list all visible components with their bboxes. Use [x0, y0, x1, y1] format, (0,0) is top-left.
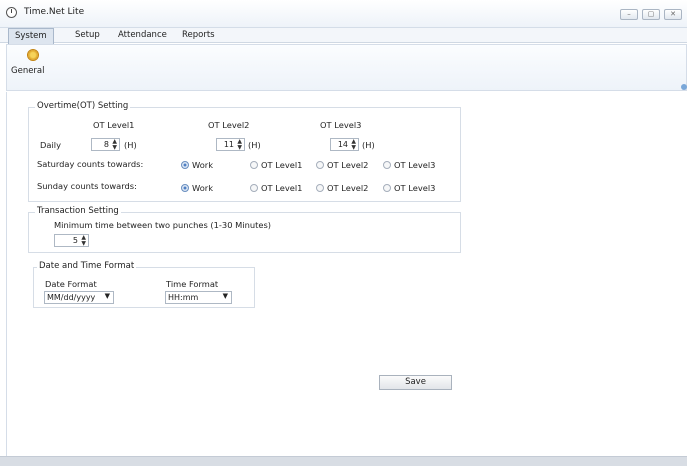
sunday-work-label[interactable]: Work: [192, 183, 213, 193]
status-bar: [0, 456, 687, 466]
min-time-label: Minimum time between two punches (1-30 M…: [54, 220, 272, 230]
sunday-ot-level3-label[interactable]: OT Level3: [394, 183, 435, 193]
menu-bar: System Setup Attendance Reports: [0, 28, 687, 44]
unit-label: (H): [248, 140, 261, 150]
transaction-group-title: Transaction Setting: [35, 206, 121, 216]
minimize-button[interactable]: –: [620, 9, 638, 20]
saturday-ot-level3-label[interactable]: OT Level3: [394, 160, 435, 170]
sunday-ot-level1-label[interactable]: OT Level1: [261, 183, 302, 193]
unit-label: (H): [124, 140, 137, 150]
unit-label: (H): [362, 140, 375, 150]
overtime-group-title: Overtime(OT) Setting: [35, 101, 131, 111]
saturday-label: Saturday counts towards:: [37, 159, 144, 169]
spinner-arrows-icon[interactable]: ▲ ▼: [237, 139, 242, 151]
gear-icon: [28, 50, 38, 60]
spinner-arrows-icon[interactable]: ▲ ▼: [351, 139, 356, 151]
ribbon: General: [6, 44, 687, 91]
maximize-button[interactable]: ▢: [642, 9, 660, 20]
save-button[interactable]: Save: [379, 375, 452, 390]
sunday-ot-level1-radio[interactable]: [250, 184, 258, 192]
time-format-select[interactable]: HH:mm ▼: [165, 291, 232, 304]
sunday-work-radio[interactable]: [181, 184, 189, 192]
sunday-label: Sunday counts towards:: [37, 181, 137, 191]
saturday-ot-level2-radio[interactable]: [316, 161, 324, 169]
spinner-arrows-icon[interactable]: ▲ ▼: [112, 139, 117, 151]
saturday-ot-level3-radio[interactable]: [383, 161, 391, 169]
time-format-label: Time Format: [166, 279, 219, 289]
saturday-ot-level1-label[interactable]: OT Level1: [261, 160, 302, 170]
clock-icon: [6, 7, 17, 18]
menu-reports[interactable]: Reports: [176, 28, 221, 43]
sunday-ot-level3-radio[interactable]: [383, 184, 391, 192]
general-button[interactable]: General: [7, 49, 59, 87]
spinner-arrows-icon[interactable]: ▲ ▼: [81, 235, 86, 247]
chevron-down-icon[interactable]: ▼: [105, 292, 110, 300]
chevron-down-icon[interactable]: ▼: [223, 292, 228, 300]
side-indicator: [681, 84, 687, 90]
app-title: Time.Net Lite: [24, 7, 85, 17]
daily-label: Daily: [40, 140, 61, 150]
saturday-ot-level2-label[interactable]: OT Level2: [327, 160, 368, 170]
menu-system[interactable]: System: [8, 28, 54, 44]
ot-level1-header: OT Level1: [93, 120, 135, 130]
menu-setup[interactable]: Setup: [69, 28, 106, 43]
close-button[interactable]: ✕: [664, 9, 682, 20]
saturday-work-radio[interactable]: [181, 161, 189, 169]
menu-attendance[interactable]: Attendance: [112, 28, 173, 43]
saturday-ot-level1-radio[interactable]: [250, 161, 258, 169]
ot-level2-header: OT Level2: [208, 120, 250, 130]
min-time-spinner[interactable]: 5 ▲ ▼: [54, 234, 89, 247]
daily-ot-level2-spinner[interactable]: 11 ▲ ▼: [216, 138, 245, 151]
date-format-label: Date Format: [45, 279, 97, 289]
saturday-work-label[interactable]: Work: [192, 160, 213, 170]
ot-level3-header: OT Level3: [320, 120, 362, 130]
date-format-select[interactable]: MM/dd/yyyy ▼: [44, 291, 114, 304]
title-bar: Time.Net Lite – ▢ ✕: [0, 0, 687, 28]
transaction-group: Transaction Setting: [28, 206, 461, 253]
daily-ot-level3-spinner[interactable]: 14 ▲ ▼: [330, 138, 359, 151]
sunday-ot-level2-label[interactable]: OT Level2: [327, 183, 368, 193]
general-label: General: [11, 66, 45, 76]
daily-ot-level1-spinner[interactable]: 8 ▲ ▼: [91, 138, 120, 151]
sunday-ot-level2-radio[interactable]: [316, 184, 324, 192]
datetime-group-title: Date and Time Format: [37, 261, 137, 271]
